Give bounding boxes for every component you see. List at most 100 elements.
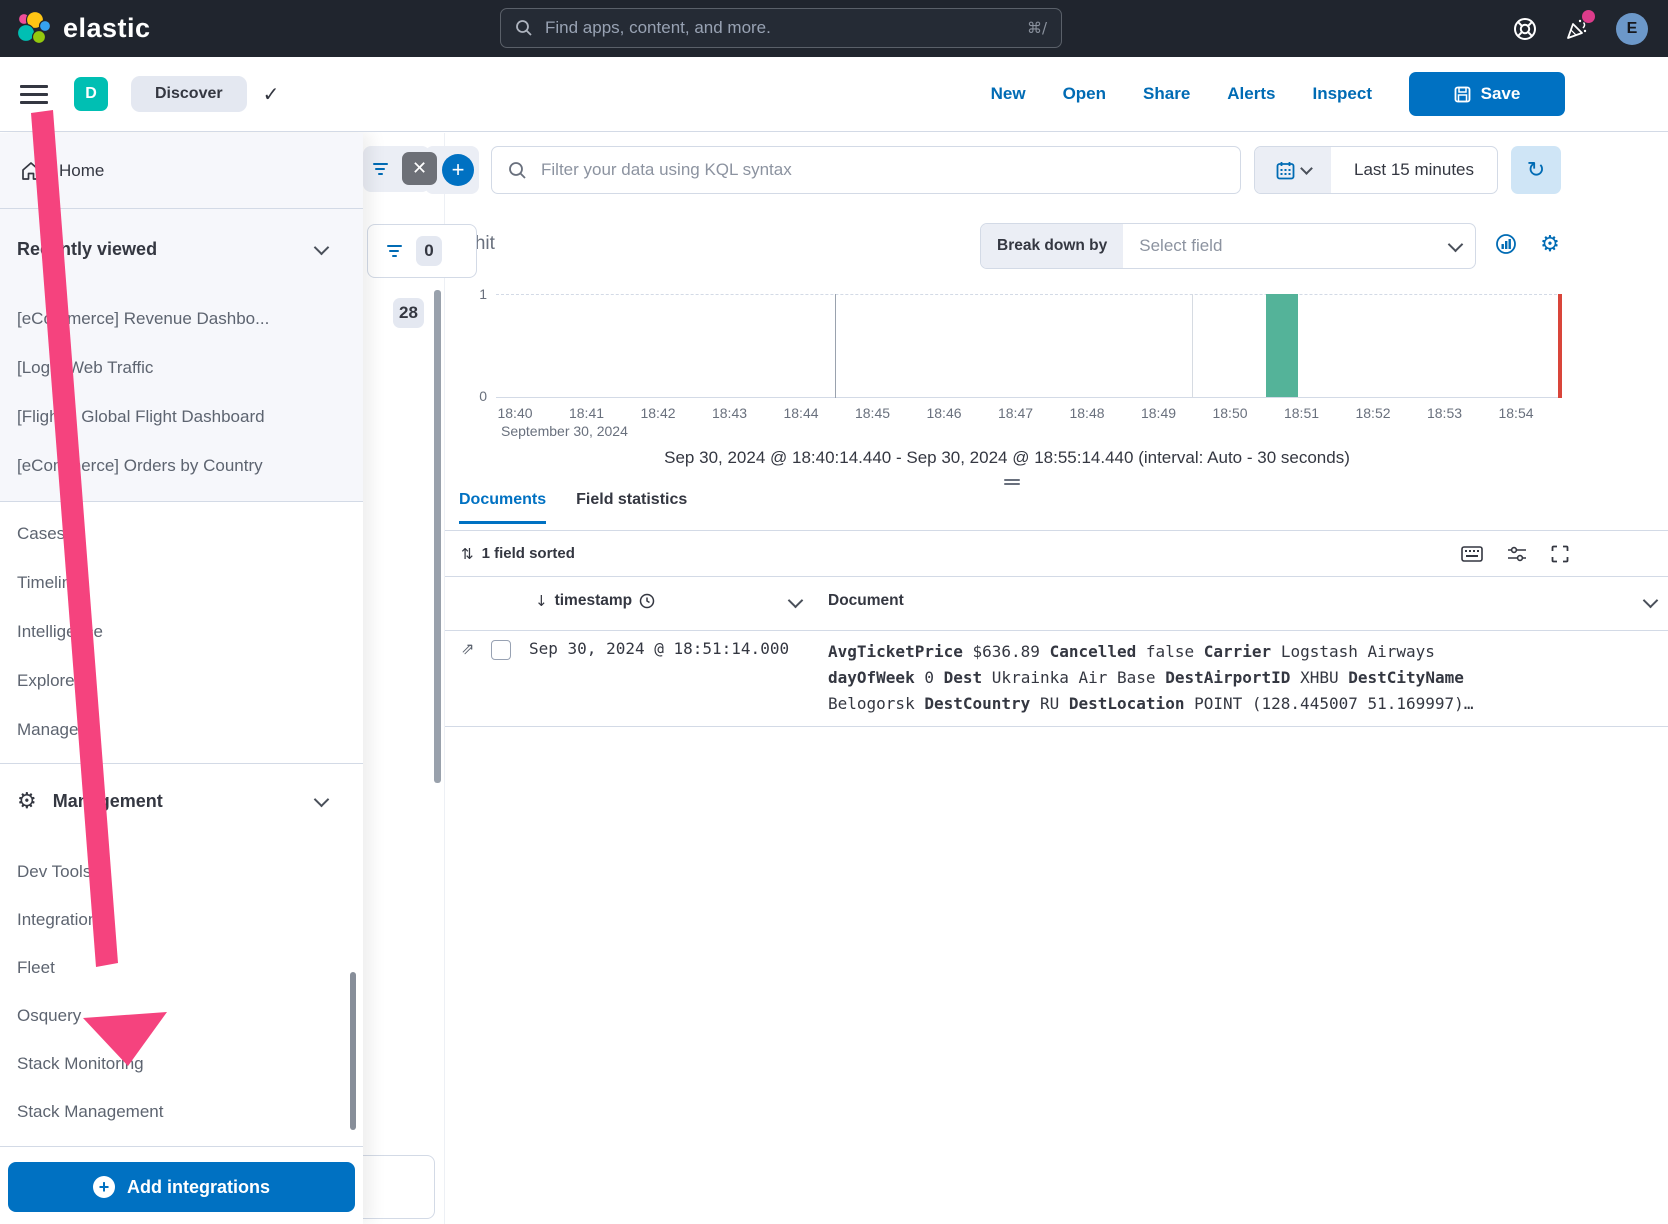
row-settings-icon[interactable]: [1507, 545, 1527, 563]
nav-item[interactable]: Explore: [0, 656, 363, 705]
toolbar-link[interactable]: Share: [1143, 84, 1190, 104]
recently-viewed-list: [eCommerce] Revenue Dashbo...[Logs] Web …: [0, 294, 363, 490]
hits-label: hit: [475, 233, 495, 254]
field-search-box: [352, 1155, 435, 1219]
help-icon[interactable]: [1512, 16, 1538, 42]
user-avatar[interactable]: E: [1616, 13, 1648, 45]
chart-resize-handle[interactable]: [1004, 477, 1020, 487]
filter-icon[interactable]: [386, 242, 402, 260]
nav-item[interactable]: Osquery: [0, 992, 363, 1040]
gear-icon[interactable]: ⚙: [1537, 231, 1563, 257]
x-axis-tick: 18:52: [1355, 405, 1390, 421]
column-header-timestamp[interactable]: ↓ timestamp: [535, 592, 655, 610]
search-shortcut-hint: ⌘/: [1027, 19, 1047, 37]
nav-item[interactable]: Stack Management: [0, 1088, 363, 1136]
nav-item[interactable]: [Flights] Global Flight Dashboard: [0, 392, 363, 441]
collapsible-nav: Home Recently viewed [eCommerce] Revenue…: [0, 133, 363, 1224]
available-fields-count-badge: 28: [393, 298, 424, 328]
security-nav-list: CasesTimelinesIntelligenceExploreManage: [0, 509, 363, 754]
global-search[interactable]: ⌘/: [500, 8, 1062, 48]
kql-search-bar[interactable]: [491, 146, 1241, 194]
notification-dot: [1582, 10, 1595, 23]
chevron-down-icon: [1300, 162, 1313, 175]
search-icon: [508, 161, 527, 180]
date-picker-calendar-button[interactable]: [1255, 147, 1331, 193]
field-filter-row: 0: [367, 224, 477, 278]
nav-recently-viewed-group: Recently viewed [eCommerce] Revenue Dash…: [0, 209, 363, 502]
field-list-scrollbar[interactable]: [434, 290, 441, 783]
time-range-value[interactable]: Last 15 minutes: [1331, 147, 1497, 193]
column-header-document[interactable]: Document: [828, 592, 904, 610]
save-button[interactable]: Save: [1409, 72, 1565, 116]
x-axis-tick: 18:40: [497, 405, 532, 421]
nav-item[interactable]: Manage: [0, 705, 363, 754]
add-filter-button[interactable]: +: [442, 154, 474, 186]
x-axis-tick: 18:54: [1498, 405, 1533, 421]
fullscreen-icon[interactable]: [1551, 545, 1569, 563]
y-axis-tick-min: 0: [453, 388, 487, 404]
calendar-icon: [1276, 161, 1295, 180]
nav-item[interactable]: Integrations: [0, 896, 363, 944]
x-axis-tick: 18:49: [1141, 405, 1176, 421]
y-axis-tick-max: 1: [453, 286, 487, 302]
app-toolbar: D Discover ✓ NewOpenShareAlertsInspect S…: [0, 57, 1668, 132]
histogram-plot[interactable]: [496, 294, 1562, 398]
kql-input[interactable]: [539, 159, 1224, 181]
x-axis-tick: 18:46: [926, 405, 961, 421]
toolbar-link[interactable]: Open: [1063, 84, 1106, 104]
x-axis-ticks: 18:4018:4118:4218:4318:4418:4518:4618:47…: [445, 405, 1569, 423]
add-integrations-button[interactable]: + Add integrations: [8, 1162, 355, 1212]
global-search-input[interactable]: [543, 17, 1027, 39]
news-feed-icon[interactable]: [1564, 16, 1590, 42]
column-menu-chevron-icon[interactable]: [788, 593, 804, 609]
chevron-down-icon[interactable]: [314, 792, 330, 808]
expand-document-icon[interactable]: ⇗: [461, 639, 474, 658]
table-row[interactable]: ⇗ Sep 30, 2024 @ 18:51:14.000 AvgTicketP…: [445, 631, 1668, 727]
histogram-bar[interactable]: [1266, 294, 1298, 397]
nav-item[interactable]: [eCommerce] Orders by Country: [0, 441, 363, 490]
sort-descending-icon: ↓: [535, 592, 548, 610]
nav-item[interactable]: Cases: [0, 509, 363, 558]
display-options-icon[interactable]: [1461, 546, 1483, 562]
menu-hamburger-icon[interactable]: [20, 80, 48, 109]
toolbar-link[interactable]: Alerts: [1227, 84, 1275, 104]
space-badge[interactable]: D: [74, 77, 108, 111]
tab-field-statistics[interactable]: Field statistics: [576, 491, 687, 524]
nav-item[interactable]: [Logs] Web Traffic: [0, 343, 363, 392]
row-checkbox[interactable]: [491, 640, 511, 660]
nav-item[interactable]: Stack Monitoring: [0, 1040, 363, 1088]
x-axis-line: [496, 397, 1562, 398]
nav-item[interactable]: Dev Tools: [0, 848, 363, 896]
filter-icon: [372, 160, 388, 178]
x-axis-date-label: September 30, 2024: [501, 423, 628, 439]
nav-scrollbar[interactable]: [350, 972, 356, 1130]
nav-item[interactable]: [eCommerce] Revenue Dashbo...: [0, 294, 363, 343]
logo-wordmark: elastic: [63, 13, 151, 44]
time-end-marker: [1558, 294, 1562, 398]
breakdown-select[interactable]: Select field: [1123, 224, 1450, 268]
gear-icon: ⚙: [17, 789, 37, 814]
nav-item[interactable]: Fleet: [0, 944, 363, 992]
elastic-logo-icon: [15, 11, 51, 47]
nav-item[interactable]: Timelines: [0, 558, 363, 607]
refresh-button[interactable]: ↻: [1511, 146, 1561, 194]
x-axis-tick: 18:42: [640, 405, 675, 421]
nav-home-label: Home: [59, 161, 104, 181]
nav-home[interactable]: Home: [0, 133, 363, 209]
nav-management-group-header[interactable]: ⚙ Management: [17, 789, 327, 814]
breakdown-label: Break down by: [981, 224, 1123, 268]
toolbar-link[interactable]: New: [991, 84, 1026, 104]
elastic-logo[interactable]: elastic: [15, 11, 151, 47]
nav-item[interactable]: Intelligence: [0, 607, 363, 656]
x-axis-tick: 18:50: [1212, 405, 1247, 421]
chevron-down-icon[interactable]: [314, 240, 330, 256]
tab-documents[interactable]: Documents: [459, 491, 546, 524]
chart-options-icon[interactable]: [1493, 231, 1519, 257]
nav-divider: [0, 1146, 363, 1147]
toolbar-link[interactable]: Inspect: [1312, 84, 1372, 104]
column-menu-chevron-icon[interactable]: [1643, 593, 1659, 609]
breadcrumb-discover[interactable]: Discover: [131, 76, 247, 112]
close-icon[interactable]: ✕: [402, 152, 437, 185]
sorted-fields-button[interactable]: 1 field sorted: [482, 545, 575, 562]
x-axis-tick: 18:45: [855, 405, 890, 421]
